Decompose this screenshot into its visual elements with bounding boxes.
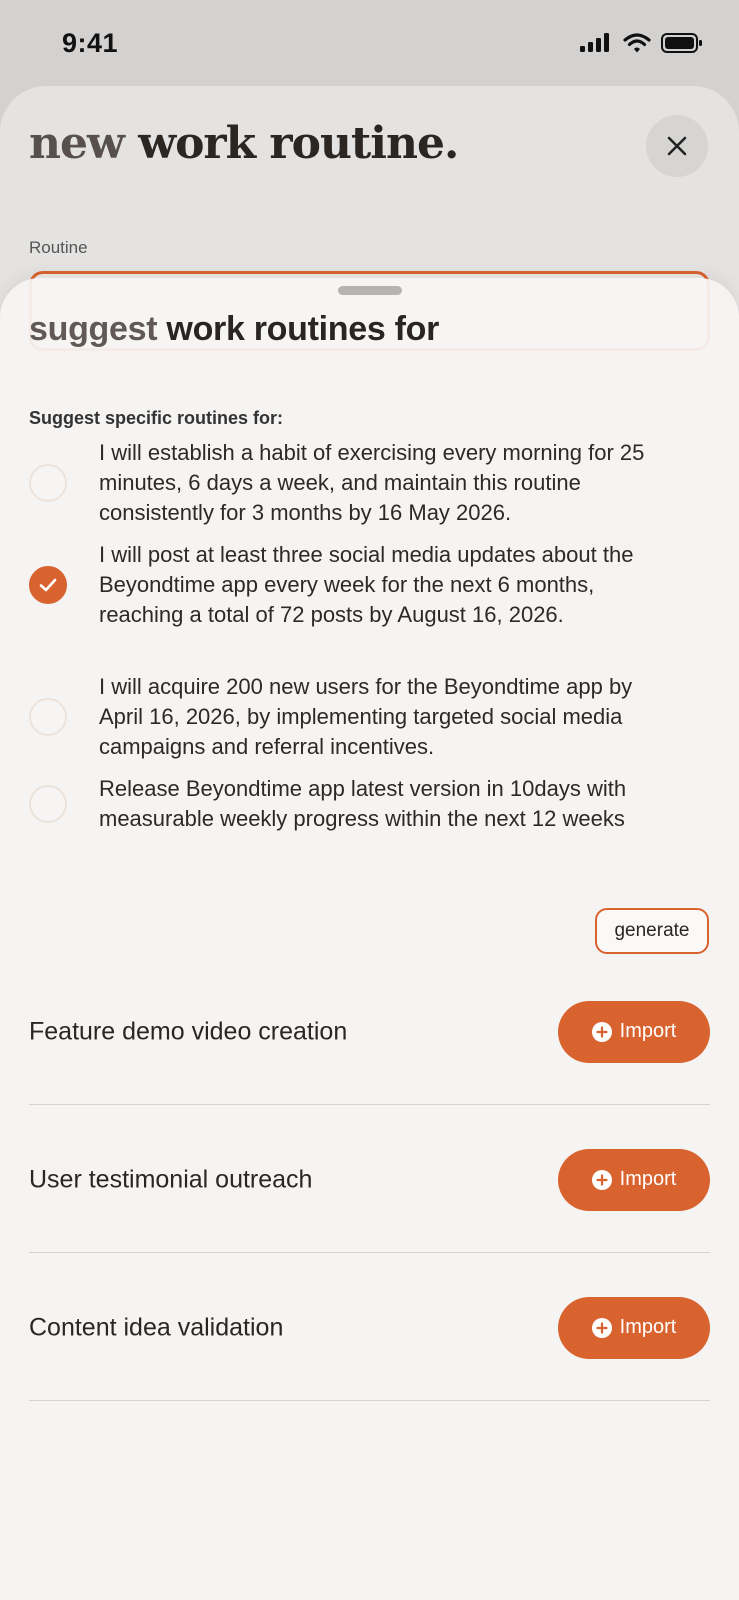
goal-option[interactable]: I will post at least three social media …	[29, 540, 689, 630]
import-button[interactable]: Import	[558, 1000, 710, 1063]
cellular-signal-icon	[580, 33, 609, 52]
suggest-subheading: Suggest specific routines for:	[29, 408, 284, 428]
import-button[interactable]: Import	[558, 1296, 710, 1359]
checkmark-icon	[39, 578, 57, 592]
generate-button[interactable]: generate	[595, 908, 709, 954]
wifi-icon	[623, 33, 651, 53]
plus-circle-icon	[591, 1169, 612, 1190]
sheet-title: suggest work routines for	[29, 310, 439, 349]
plus-circle-icon	[591, 1021, 612, 1042]
suggestion-name: User testimonial outreach	[29, 1165, 313, 1193]
suggestion-row: Feature demo video creation Import	[29, 959, 710, 1105]
import-button[interactable]: Import	[558, 1148, 710, 1211]
sheet-title-part1: suggest	[29, 310, 158, 348]
page-title-part1: new	[29, 118, 125, 169]
radio-unchecked[interactable]	[29, 464, 67, 502]
close-icon	[667, 136, 687, 156]
radio-unchecked[interactable]	[29, 698, 67, 736]
import-label: Import	[619, 1168, 677, 1190]
suggestion-row: User testimonial outreach Import	[29, 1107, 710, 1253]
page-title: new work routine.	[29, 118, 459, 169]
radio-unchecked[interactable]	[29, 785, 67, 823]
goal-option-text: Release Beyondtime app latest version in…	[99, 776, 627, 831]
close-button[interactable]	[646, 115, 708, 177]
suggestion-name: Content idea validation	[29, 1313, 284, 1341]
suggestion-name: Feature demo video creation	[29, 1017, 348, 1045]
suggest-sheet: suggest work routines for Suggest specif…	[0, 278, 739, 1600]
goal-option-text: I will post at least three social media …	[99, 542, 634, 627]
goal-option-text: I will establish a habit of exercising e…	[99, 440, 645, 525]
goal-option-text: I will acquire 200 new users for the Bey…	[99, 674, 633, 759]
radio-checked[interactable]	[29, 566, 67, 604]
status-icons	[579, 32, 703, 54]
battery-icon	[661, 33, 702, 53]
import-label: Import	[619, 1316, 677, 1338]
import-label: Import	[619, 1020, 677, 1042]
routine-field-label: Routine	[29, 238, 88, 257]
plus-circle-icon	[591, 1317, 612, 1338]
status-bar: 9:41	[0, 0, 739, 88]
sheet-grabber[interactable]	[338, 286, 402, 295]
sheet-title-part2: work routines for	[166, 310, 440, 348]
suggestion-row: Content idea validation Import	[29, 1255, 710, 1401]
app-screen: 9:41 new work routine. Routine suggest w…	[0, 0, 739, 1600]
status-time: 9:41	[62, 28, 119, 58]
goal-option[interactable]: I will acquire 200 new users for the Bey…	[29, 672, 689, 762]
page-title-part2: work routine.	[138, 118, 459, 169]
goal-option[interactable]: I will establish a habit of exercising e…	[29, 438, 689, 528]
goal-option[interactable]: Release Beyondtime app latest version in…	[29, 774, 689, 834]
